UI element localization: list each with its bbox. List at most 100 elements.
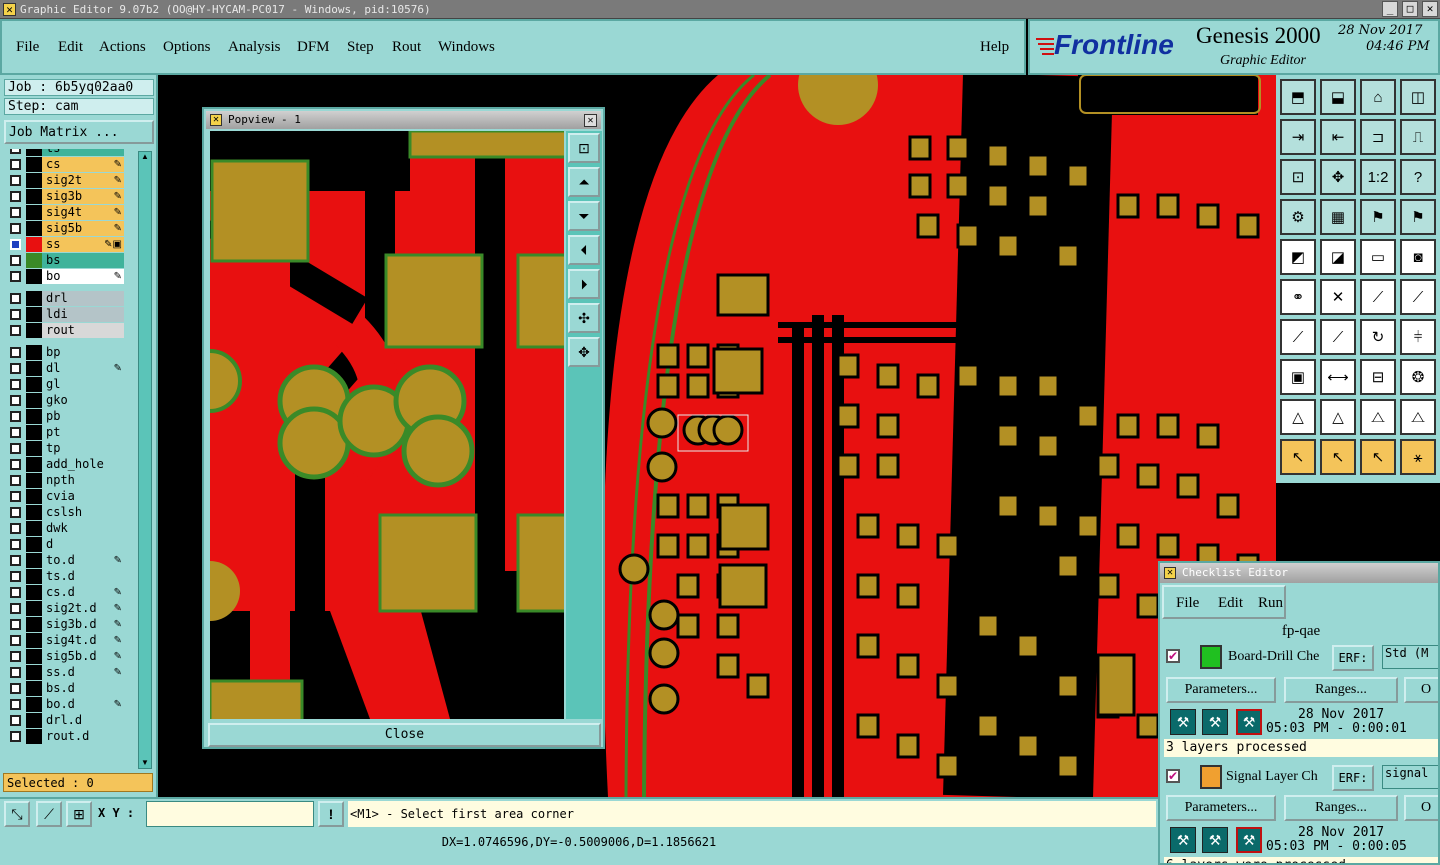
pcb-via[interactable] [648, 637, 680, 669]
layer-name[interactable]: drl.d [42, 713, 124, 728]
layer-checkbox[interactable] [10, 555, 21, 566]
erf-field[interactable]: Std (M [1382, 645, 1438, 669]
layer-checkbox[interactable] [10, 571, 21, 582]
pcb-pad[interactable] [686, 373, 710, 399]
pcb-pad[interactable] [1056, 553, 1080, 579]
layer-checkbox[interactable] [10, 523, 21, 534]
ranges-button[interactable]: Ranges... [1284, 677, 1398, 703]
layer-color-swatch[interactable] [26, 149, 42, 156]
layer-checkbox[interactable] [10, 363, 21, 374]
pad-edit-icon[interactable]: ▣ [1280, 359, 1316, 395]
erf-button[interactable]: ERF: [1332, 765, 1374, 791]
layer-checkbox[interactable] [10, 293, 21, 304]
menu-analysis[interactable]: Analysis [228, 39, 281, 56]
layer-row-to-d[interactable]: to.d ✎ [6, 553, 124, 568]
settings-icon[interactable]: ⚙ [1280, 199, 1316, 235]
layer-name[interactable]: gl [42, 377, 124, 392]
pcb-pad[interactable] [686, 533, 710, 559]
pcb-pad[interactable] [712, 347, 764, 395]
pcb-pad[interactable] [916, 213, 940, 239]
pcb-pad[interactable] [1016, 633, 1040, 659]
layer-row-ss-d[interactable]: ss.d ✎ [6, 665, 124, 680]
layer-name[interactable]: ts.d [42, 569, 124, 584]
layer-name[interactable]: ts [42, 149, 124, 156]
layer-name[interactable]: cs [42, 157, 124, 172]
layer-row-drl-d[interactable]: drl.d [6, 713, 124, 728]
flag-icon[interactable]: ⚑ [1360, 199, 1396, 235]
layer-color-swatch[interactable] [26, 649, 42, 664]
pcb-pad[interactable] [936, 753, 960, 779]
pcb-pad[interactable] [956, 223, 980, 249]
popview-close-button[interactable]: Close [208, 723, 601, 747]
layer-row-npth[interactable]: npth [6, 473, 124, 488]
checklist-menu-edit[interactable]: Edit [1218, 595, 1243, 612]
layer-color-swatch[interactable] [26, 681, 42, 696]
pcb-pad[interactable] [656, 343, 680, 369]
layer-row-gl[interactable]: gl [6, 377, 124, 392]
pcb-pad[interactable] [896, 583, 920, 609]
erf-field[interactable]: signal [1382, 765, 1438, 789]
layer-row-bs[interactable]: bs [6, 253, 124, 268]
layer-checkbox[interactable] [10, 619, 21, 630]
layer-checkbox[interactable] [10, 149, 21, 154]
extra-button[interactable]: O [1404, 677, 1438, 703]
layer-name[interactable]: d [42, 537, 124, 552]
pcb-pad[interactable] [1066, 163, 1090, 189]
layer-row-sig5b-d[interactable]: sig5b.d ✎ [6, 649, 124, 664]
layer-name[interactable]: tp [42, 441, 124, 456]
layer-name[interactable]: sig5b [42, 221, 124, 236]
pcb-pad[interactable] [716, 273, 770, 317]
erf-button[interactable]: ERF: [1332, 645, 1374, 671]
pcb-pad[interactable] [1216, 493, 1240, 519]
pcb-via[interactable] [712, 414, 744, 446]
pcb-pad[interactable] [1096, 653, 1136, 717]
pcb-pad[interactable] [1196, 423, 1220, 449]
pcb-pad[interactable] [656, 493, 680, 519]
layer-color-swatch[interactable] [26, 521, 42, 536]
pcb-pad[interactable] [716, 613, 740, 639]
layer-color-swatch[interactable] [26, 697, 42, 712]
menu-rout[interactable]: Rout [392, 39, 421, 56]
warning-icon[interactable]: ! [318, 801, 344, 827]
layer-color-swatch[interactable] [26, 377, 42, 392]
layer-name[interactable]: dl [42, 361, 124, 376]
layer-color-swatch[interactable] [26, 237, 42, 252]
layer-checkbox[interactable] [10, 239, 21, 250]
layer-checkbox[interactable] [10, 223, 21, 234]
line-icon[interactable]: ⟋ [1360, 279, 1396, 315]
layer-name[interactable]: ldi [42, 307, 124, 322]
layer-row-sig3b-d[interactable]: sig3b.d ✎ [6, 617, 124, 632]
pointer-frame-icon[interactable]: ↖ [1360, 439, 1396, 475]
window-icon[interactable]: ◫ [1400, 79, 1436, 115]
extra-button[interactable]: O [1404, 795, 1438, 821]
layer-color-swatch[interactable] [26, 393, 42, 408]
layer-color-swatch[interactable] [26, 665, 42, 680]
layer-row-cslsh[interactable]: cslsh [6, 505, 124, 520]
run-icon[interactable]: ⚒ [1170, 827, 1196, 853]
pcb-pad[interactable] [1116, 413, 1140, 439]
help-icon[interactable]: ? [1400, 159, 1436, 195]
layer-row-sig2t[interactable]: sig2t ✎ [6, 173, 124, 188]
flag-alt-icon[interactable]: ⚑ [1400, 199, 1436, 235]
check-toggle[interactable]: ✔ [1166, 769, 1180, 783]
home-icon[interactable]: ⌂ [1360, 79, 1396, 115]
layer-color-swatch[interactable] [26, 537, 42, 552]
layer-color-swatch[interactable] [26, 173, 42, 188]
job-matrix-button[interactable]: Job Matrix ... [4, 120, 154, 144]
pointer-box-icon[interactable]: ↖ [1320, 439, 1356, 475]
layer-color-swatch[interactable] [26, 633, 42, 648]
layer-checkbox[interactable] [10, 159, 21, 170]
pan-left-icon[interactable]: ⇥ [1280, 119, 1316, 155]
layer-color-swatch[interactable] [26, 569, 42, 584]
pan-right-icon[interactable]: ⇤ [1320, 119, 1356, 155]
pcb-pad[interactable] [718, 503, 770, 551]
layer-name[interactable]: rout [42, 323, 124, 338]
layer-color-swatch[interactable] [26, 307, 42, 322]
layer-color-swatch[interactable] [26, 205, 42, 220]
checklist-menu-file[interactable]: File [1176, 595, 1199, 612]
pcb-pad[interactable] [1136, 593, 1160, 619]
fit-icon[interactable]: ⎍ [1400, 119, 1436, 155]
pad-icon[interactable]: ◙ [1400, 239, 1436, 275]
pcb-pad[interactable] [1026, 153, 1050, 179]
layer-color-swatch[interactable] [26, 269, 42, 284]
